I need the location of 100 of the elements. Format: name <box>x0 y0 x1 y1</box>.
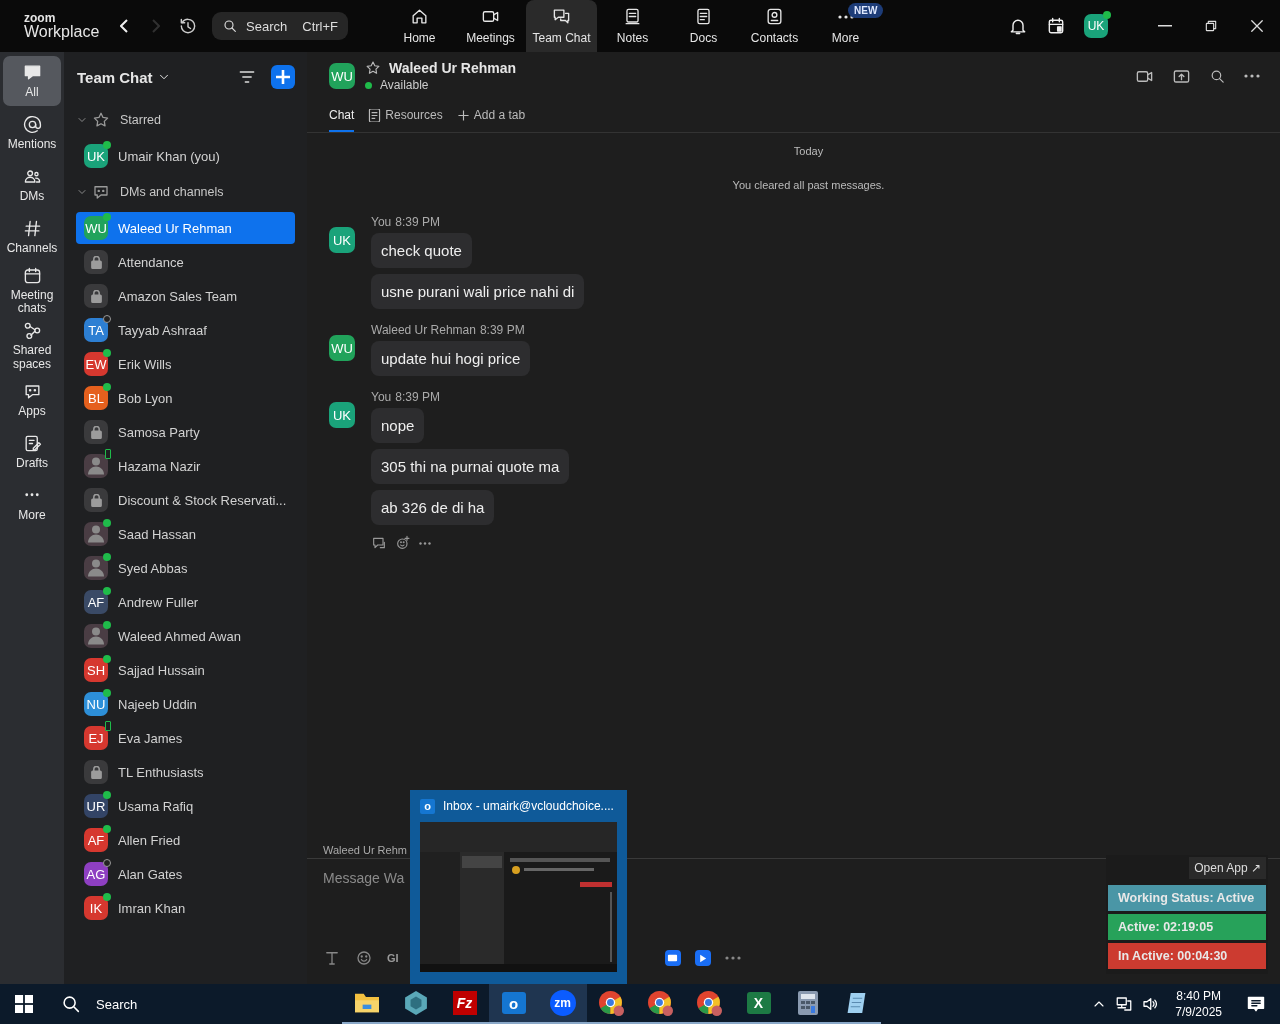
rail-item[interactable]: Meeting chats <box>3 264 61 318</box>
chat-list-item[interactable]: WU Waleed Ur Rehman <box>76 212 295 244</box>
gif-button[interactable]: GI <box>387 952 399 964</box>
open-app-button[interactable]: Open App ↗ <box>1189 857 1266 879</box>
nav-tab[interactable]: Meetings <box>455 0 526 52</box>
avatar: AF <box>84 590 108 614</box>
message-bubble: ab 326 de di ha <box>371 490 495 525</box>
chat-list-item[interactable]: SH Sajjad Hussain <box>76 654 295 686</box>
nav-tab[interactable]: Home <box>384 0 455 52</box>
hexagon-icon <box>404 991 427 1015</box>
message-time: 8:39 PM <box>395 215 440 229</box>
folder-icon <box>354 993 379 1013</box>
chat-list-item[interactable]: AG Alan Gates <box>76 858 295 890</box>
chat-bubble-icon <box>92 183 110 201</box>
section-header[interactable]: DMs and channels <box>76 174 295 210</box>
nav-tab[interactable]: Docs <box>668 0 739 52</box>
network-icon <box>1115 995 1134 1013</box>
contact-name: Waleed Ur Rehman <box>389 60 517 76</box>
preview-title: Inbox - umairk@vcloudchoice.... <box>443 799 614 813</box>
search-icon <box>222 18 238 34</box>
nodes-icon <box>22 321 42 341</box>
chat-bubbles-icon <box>552 7 571 26</box>
plus-icon <box>276 70 290 84</box>
chat-list-item[interactable]: Syed Abbas <box>76 552 295 584</box>
draft-icon <box>22 433 42 453</box>
taskbar-app[interactable]: X <box>734 984 783 1024</box>
nav-tab[interactable]: Contacts <box>739 0 810 52</box>
window-preview-tooltip[interactable]: o Inbox - umairk@vcloudchoice.... <box>410 790 627 984</box>
rail-item[interactable]: Mentions <box>3 108 61 158</box>
tab[interactable]: Chat <box>329 100 355 132</box>
nav-tab[interactable]: NEW More <box>810 0 881 52</box>
chat-list-item[interactable]: Discount & Stock Reservati... <box>76 484 295 516</box>
more-icon[interactable] <box>1244 74 1260 78</box>
chat-list-item[interactable]: UK Umair Khan (you) <box>76 140 295 172</box>
windows-start-icon[interactable] <box>15 995 33 1013</box>
rail-item[interactable]: Drafts <box>3 426 61 477</box>
rail-item[interactable]: All <box>3 56 61 106</box>
chat-list-item[interactable]: Amazon Sales Team <box>76 280 295 312</box>
status-bar: In Active: 00:04:30 <box>1108 943 1266 969</box>
chat-list-item[interactable]: AF Allen Fried <box>76 824 295 856</box>
chat-list-item[interactable]: UR Usama Rafiq <box>76 790 295 822</box>
message-time: 8:39 PM <box>479 323 525 337</box>
avatar: NU <box>84 692 108 716</box>
add-reaction-icon <box>395 535 411 551</box>
rail-item[interactable]: Channels <box>3 212 61 262</box>
plus-icon <box>456 108 470 122</box>
nav-tab[interactable]: Notes <box>597 0 668 52</box>
new-chat-button[interactable] <box>271 65 295 89</box>
chat-app-icon[interactable] <box>664 950 681 966</box>
contact-avatar: WU <box>329 63 355 89</box>
system-message: You cleared all past messages. <box>731 179 886 191</box>
notification-icon <box>1246 994 1266 1014</box>
notepad-icon <box>623 7 642 26</box>
search-icon <box>60 993 82 1015</box>
clock-time: 8:40 PM <box>1176 987 1221 1004</box>
search-field[interactable]: Search Ctrl+F <box>212 12 348 40</box>
person-icon <box>88 627 104 645</box>
tab[interactable]: Add a tab <box>456 100 526 132</box>
chat-list-item[interactable]: BL Bob Lyon <box>76 382 295 414</box>
reply-icon <box>371 535 387 551</box>
chat-list-item[interactable]: Saad Hassan <box>76 518 295 550</box>
home-icon <box>410 7 429 26</box>
contact-card-icon <box>765 7 784 26</box>
chat-list-item[interactable]: AF Andrew Fuller <box>76 586 295 618</box>
filezilla-icon: Fz <box>452 991 477 1015</box>
rail-item[interactable]: Shared spaces <box>3 319 61 373</box>
chat-list-item[interactable]: Attendance <box>76 246 295 278</box>
at-sign-icon <box>22 114 42 134</box>
more-icon[interactable] <box>724 956 741 960</box>
play-app-icon[interactable] <box>694 950 711 966</box>
lock-icon <box>90 493 102 507</box>
nav-tab[interactable]: Team Chat <box>526 0 597 52</box>
chat-list-item[interactable]: EJ Eva James <box>76 722 295 754</box>
chat-list-item[interactable]: Samosa Party <box>76 416 295 448</box>
tab[interactable]: Resources <box>368 100 443 132</box>
chat-list-item[interactable]: NU Najeeb Uddin <box>76 688 295 720</box>
chat-list-item[interactable]: TL Enthusiasts <box>76 756 295 788</box>
chat-list-item[interactable]: TA Tayyab Ashraaf <box>76 314 295 346</box>
chat-bubble-icon <box>22 62 42 82</box>
chat-list-item[interactable]: Waleed Ahmed Awan <box>76 620 295 652</box>
taskbar-search[interactable]: Search <box>48 993 342 1015</box>
taskbar-app[interactable]: o <box>489 984 538 1024</box>
chevron-right-icon <box>152 19 160 33</box>
rail-item[interactable]: Apps <box>3 374 61 425</box>
chat-list-item[interactable]: Hazama Nazir <box>76 450 295 482</box>
rail-item[interactable]: DMs <box>3 160 61 210</box>
chat-list-item[interactable]: IK Imran Khan <box>76 892 295 924</box>
rail-item[interactable]: More <box>3 478 61 529</box>
document-icon <box>694 7 713 26</box>
avatar: BL <box>84 386 108 410</box>
outlook-icon: o <box>501 992 526 1014</box>
minimize-icon[interactable] <box>1158 25 1172 27</box>
browser-icon <box>648 990 673 1016</box>
section-header[interactable]: Starred <box>76 102 295 138</box>
taskbar-app[interactable]: zm <box>538 984 587 1024</box>
avatar: EJ <box>84 726 108 750</box>
message-bubble: update hui hogi price <box>371 341 531 376</box>
chat-list-item[interactable]: EW Erik Wills <box>76 348 295 380</box>
message-bubble: nope <box>371 408 425 443</box>
more-icon[interactable] <box>419 541 431 545</box>
